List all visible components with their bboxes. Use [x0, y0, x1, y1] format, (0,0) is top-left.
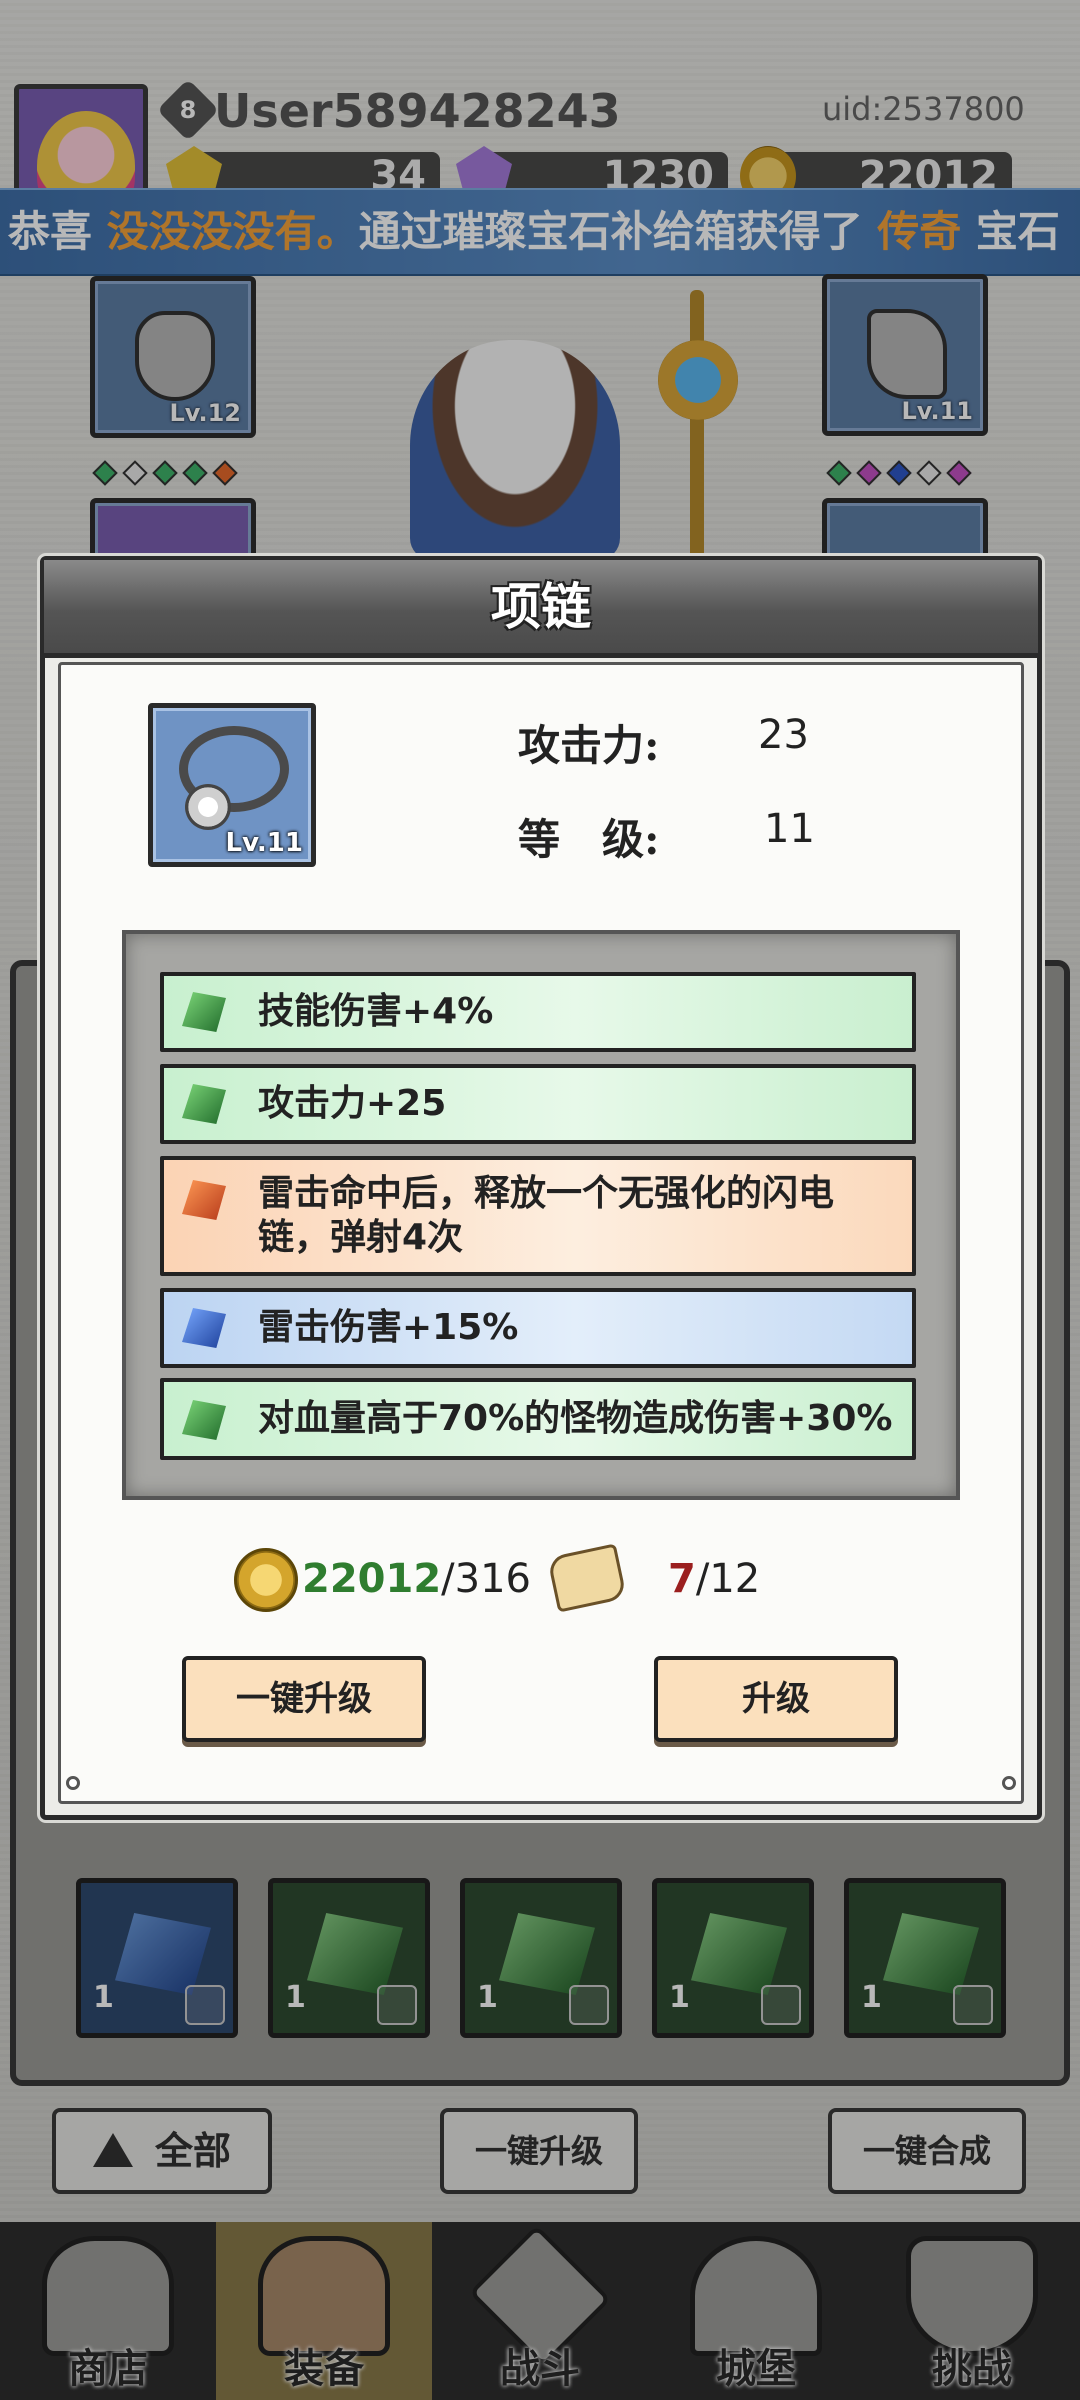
affix-row: 对血量高于70%的怪物造成伤害+30% [160, 1378, 916, 1460]
blue-gem-icon [182, 1308, 226, 1348]
affix-row: 雷击伤害+15% [160, 1288, 916, 1368]
necklace-item-icon: Lv.11 [148, 703, 316, 867]
upgrade-all-button[interactable]: 一键升级 [182, 1656, 426, 1742]
dialog-title: 项链 [44, 560, 1038, 658]
affix-text: 攻击力+25 [258, 1083, 447, 1124]
green-gem-icon [182, 992, 226, 1032]
affix-row: 雷击命中后，释放一个无强化的闪电链，弹射4次 [160, 1156, 916, 1276]
gold-owned: 22012 [302, 1556, 442, 1602]
gold-required: /316 [441, 1556, 531, 1602]
gold-cost: 22012/316 [302, 1556, 531, 1602]
necklace-pendant [185, 784, 231, 830]
scroll-cost: 7/12 [668, 1556, 760, 1602]
stat-label-level: 等 级: [518, 815, 660, 864]
scroll-required: /12 [695, 1556, 761, 1602]
scroll-owned: 7 [668, 1556, 696, 1602]
item-level-badge: Lv.11 [225, 828, 303, 858]
affix-text: 对血量高于70%的怪物造成伤害+30% [258, 1398, 893, 1439]
affix-text: 雷击命中后，释放一个无强化的闪电链，弹射4次 [258, 1173, 835, 1258]
stat-label-attack: 攻击力: [518, 721, 660, 770]
stat-value-level: 11 [764, 806, 815, 852]
affix-row: 技能伤害+4% [160, 972, 916, 1052]
affix-row: 攻击力+25 [160, 1064, 916, 1144]
green-gem-icon [182, 1084, 226, 1124]
affix-text: 技能伤害+4% [258, 991, 494, 1032]
orange-gem-icon [182, 1180, 226, 1220]
corner-rivet-icon [1002, 1776, 1016, 1790]
upgrade-button[interactable]: 升级 [654, 1656, 898, 1742]
stat-value-attack: 23 [758, 712, 809, 758]
green-gem-icon [182, 1400, 226, 1440]
affix-text: 雷击伤害+15% [258, 1307, 519, 1348]
gold-coin-icon [234, 1548, 298, 1612]
corner-rivet-icon [66, 1776, 80, 1790]
